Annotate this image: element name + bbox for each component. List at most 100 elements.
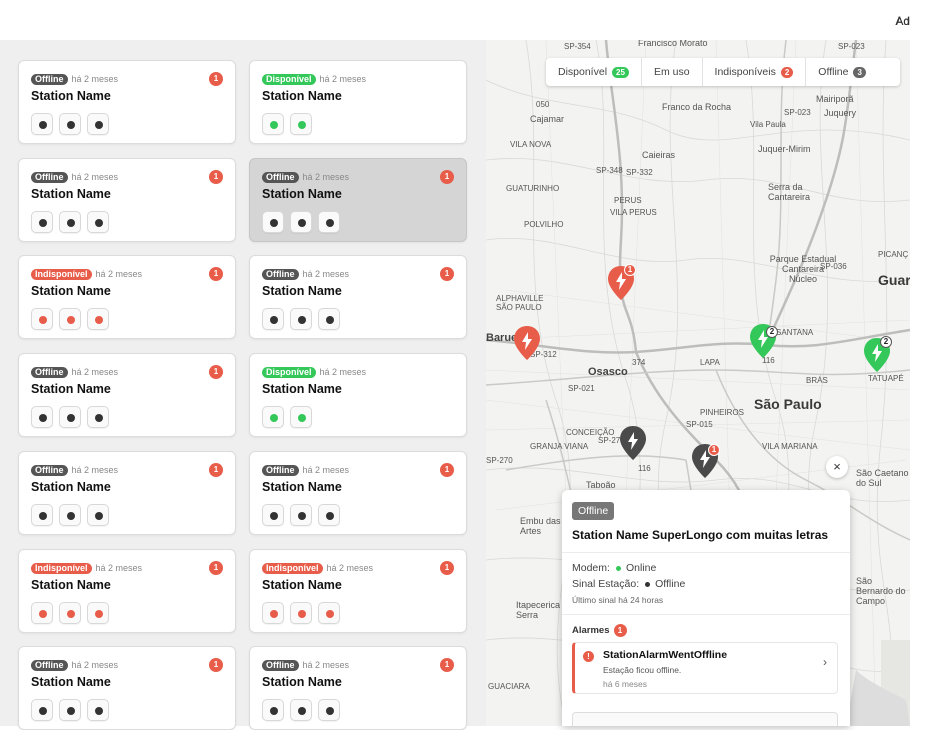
connector-list xyxy=(31,602,109,624)
station-card[interactable]: Offline há 2 meses 1 Station Name xyxy=(249,451,467,535)
station-name: Station Name xyxy=(31,89,111,103)
last-update-time: há 2 meses xyxy=(302,660,350,670)
connector-dot-icon xyxy=(39,121,47,129)
connector-status-icon[interactable] xyxy=(31,504,53,526)
connector-status-icon[interactable] xyxy=(59,308,81,330)
connector-status-icon[interactable] xyxy=(290,602,312,624)
connector-status-icon[interactable] xyxy=(262,406,284,428)
station-card[interactable]: Disponível há 2 meses Station Name xyxy=(249,60,467,144)
station-card[interactable]: Offline há 2 meses 1 Station Name xyxy=(249,158,467,242)
map-label-barueri: Barue xyxy=(486,332,518,344)
status-badge: Offline xyxy=(31,171,68,183)
filter-label: Offline xyxy=(818,66,849,78)
connector-status-icon[interactable] xyxy=(31,211,53,233)
connector-status-icon[interactable] xyxy=(31,602,53,624)
top-bar: Ad xyxy=(0,0,936,40)
filter-label: Disponível xyxy=(558,66,608,78)
station-card[interactable]: Offline há 2 meses 1 Station Name xyxy=(18,158,236,242)
connector-status-icon[interactable] xyxy=(59,504,81,526)
connector-status-icon[interactable] xyxy=(87,406,109,428)
station-marker-green-1[interactable]: 2 xyxy=(750,324,778,358)
map-label-mairipora: Mairiporã xyxy=(816,94,854,104)
connector-status-icon[interactable] xyxy=(318,602,340,624)
connector-status-icon[interactable] xyxy=(87,308,109,330)
alert-icon: ! xyxy=(583,651,594,662)
popup-footer-button[interactable] xyxy=(572,712,838,726)
connector-status-icon[interactable] xyxy=(59,602,81,624)
connector-dot-icon xyxy=(67,707,75,715)
connector-status-icon[interactable] xyxy=(59,406,81,428)
connector-status-icon[interactable] xyxy=(262,602,284,624)
connector-status-icon[interactable] xyxy=(262,308,284,330)
connector-status-icon[interactable] xyxy=(262,113,284,135)
connector-dot-icon xyxy=(326,316,334,324)
signal-label: Sinal Estação: xyxy=(572,578,640,590)
connector-status-icon[interactable] xyxy=(31,308,53,330)
connector-status-icon[interactable] xyxy=(87,602,109,624)
marker-count-badge: 2 xyxy=(766,326,778,338)
station-marker-dark-selected[interactable]: 1 xyxy=(692,444,720,478)
station-marker-dark-1[interactable] xyxy=(620,426,646,460)
station-marker-red-1[interactable]: 1 xyxy=(608,264,636,300)
connector-status-icon[interactable] xyxy=(290,504,312,526)
connector-status-icon[interactable] xyxy=(59,113,81,135)
station-card[interactable]: Offline há 2 meses 1 Station Name xyxy=(249,255,467,339)
connector-status-icon[interactable] xyxy=(262,699,284,721)
last-update-time: há 2 meses xyxy=(326,563,374,573)
connector-status-icon[interactable] xyxy=(318,308,340,330)
connector-dot-icon xyxy=(95,610,103,618)
admin-menu-label[interactable]: Ad xyxy=(896,16,909,28)
station-card[interactable]: Offline há 2 meses 1 Station Name xyxy=(18,60,236,144)
connector-status-icon[interactable] xyxy=(290,308,312,330)
connector-status-icon[interactable] xyxy=(31,699,53,721)
map-label-r050: 050 xyxy=(536,100,550,109)
alarms-header: Alarmes 1 xyxy=(572,624,627,637)
connector-dot-icon xyxy=(326,512,334,520)
station-card-header: Offline há 2 meses xyxy=(262,464,349,476)
station-card[interactable]: Indisponível há 2 meses 1 Station Name xyxy=(249,549,467,633)
connector-list xyxy=(31,211,109,233)
connector-status-icon[interactable] xyxy=(318,211,340,233)
connector-status-icon[interactable] xyxy=(290,211,312,233)
close-popup-button[interactable]: × xyxy=(826,456,848,478)
filter-disponivel[interactable]: Disponível 25 xyxy=(546,58,642,86)
connector-status-icon[interactable] xyxy=(59,211,81,233)
connector-status-icon[interactable] xyxy=(290,113,312,135)
connector-status-icon[interactable] xyxy=(87,113,109,135)
connector-status-icon[interactable] xyxy=(290,406,312,428)
map-label-sp354: SP-354 xyxy=(564,42,591,51)
connector-status-icon[interactable] xyxy=(318,699,340,721)
alarm-item[interactable]: ! StationAlarmWentOffline Estação ficou … xyxy=(572,642,838,694)
station-card[interactable]: Offline há 2 meses 1 Station Name xyxy=(18,451,236,535)
connector-status-icon[interactable] xyxy=(290,699,312,721)
map-label-pinheiros: PINHEIROS xyxy=(700,408,745,417)
filter-em-uso[interactable]: Em uso xyxy=(642,58,703,86)
connector-dot-icon xyxy=(67,219,75,227)
filter-offline[interactable]: Offline 3 xyxy=(806,58,878,86)
station-card[interactable]: Disponível há 2 meses Station Name xyxy=(249,353,467,437)
last-update-time: há 2 meses xyxy=(71,172,119,182)
connector-dot-icon xyxy=(67,121,75,129)
map-label-tatuape: TATUAPÉ xyxy=(868,374,904,383)
connector-dot-icon xyxy=(270,610,278,618)
station-marker-green-2[interactable]: 2 xyxy=(864,336,892,372)
connector-status-icon[interactable] xyxy=(31,406,53,428)
connector-status-icon[interactable] xyxy=(262,211,284,233)
station-marker-red-2[interactable] xyxy=(514,326,540,360)
status-badge: Indisponível xyxy=(262,562,323,574)
station-card[interactable]: Indisponível há 2 meses 1 Station Name xyxy=(18,549,236,633)
connector-status-icon[interactable] xyxy=(87,699,109,721)
connector-status-icon[interactable] xyxy=(87,504,109,526)
station-card-header: Disponível há 2 meses xyxy=(262,366,366,378)
station-card[interactable]: Indisponível há 2 meses 1 Station Name xyxy=(18,255,236,339)
connector-status-icon[interactable] xyxy=(59,699,81,721)
connector-status-icon[interactable] xyxy=(31,113,53,135)
station-card[interactable]: Offline há 2 meses 1 Station Name xyxy=(249,646,467,730)
connector-status-icon[interactable] xyxy=(262,504,284,526)
connector-status-icon[interactable] xyxy=(318,504,340,526)
station-card[interactable]: Offline há 2 meses 1 Station Name xyxy=(18,353,236,437)
connector-status-icon[interactable] xyxy=(87,211,109,233)
station-card[interactable]: Offline há 2 meses 1 Station Name xyxy=(18,646,236,730)
filter-indisponiveis[interactable]: Indisponíveis 2 xyxy=(703,58,807,86)
last-update-time: há 2 meses xyxy=(319,74,367,84)
